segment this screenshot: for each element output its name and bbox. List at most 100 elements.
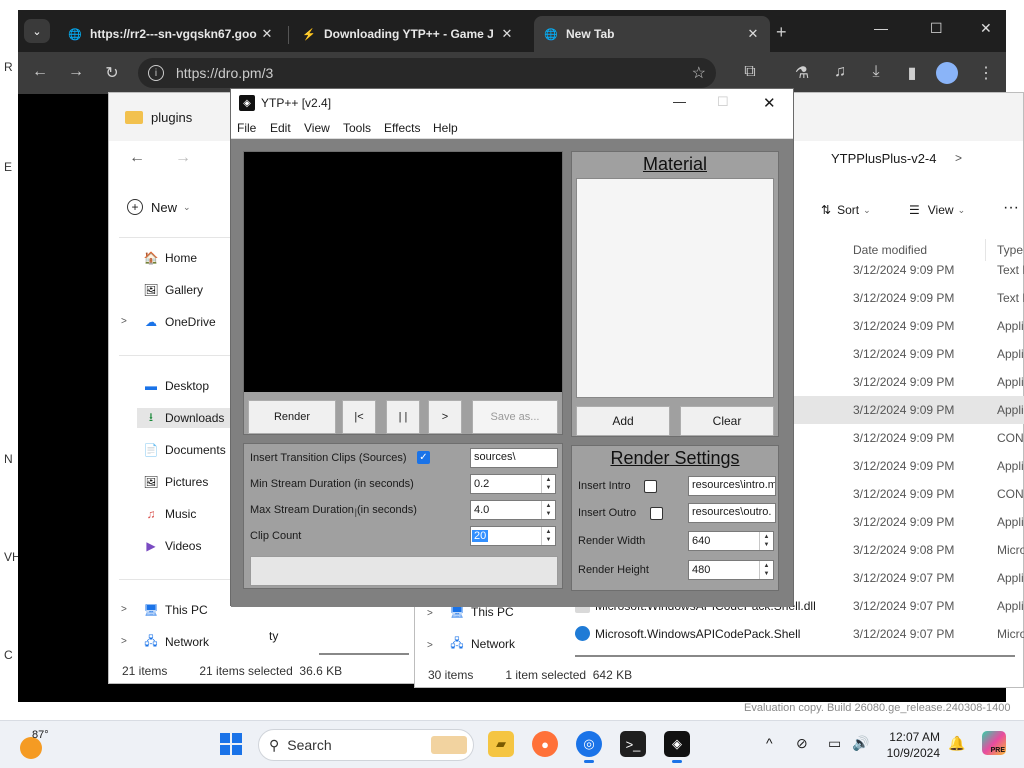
bookmark-star-icon[interactable]: ☆ (692, 63, 706, 83)
close-tab-icon[interactable]: ✕ (500, 26, 514, 42)
sidebar-item-documents[interactable]: 📄 Documents (143, 440, 226, 460)
downloads-icon[interactable]: ⤓ (866, 63, 886, 81)
sidebar-item-desktop[interactable]: ▬ Desktop (143, 376, 209, 396)
spin-arrows-icon[interactable]: ▲ ▼ (541, 475, 555, 493)
close-tab-icon[interactable]: ✕ (746, 26, 760, 42)
copilot-preview-icon[interactable]: PRE (982, 731, 1006, 755)
clear-material-button[interactable]: Clear (680, 406, 774, 436)
breadcrumb[interactable]: YTPPlusPlus-v2-4 (831, 151, 936, 166)
sidebar-item-network[interactable]: 🖧 Network (449, 634, 515, 654)
view-button[interactable]: ☰ View ⌄ (909, 203, 965, 217)
play-button[interactable]: > (428, 400, 462, 434)
min-stream-spinbox[interactable]: 0.2 ▲ ▼ (470, 474, 556, 494)
sidebar-item-videos[interactable]: ▶ Videos (143, 536, 201, 556)
skip-to-start-button[interactable]: |< (342, 400, 376, 434)
add-material-button[interactable]: Add (576, 406, 670, 436)
show-hidden-icons-chevron-icon[interactable]: ^ (766, 735, 773, 751)
spin-arrows-icon[interactable]: ▲ ▼ (759, 532, 773, 550)
menu-edit[interactable]: Edit (270, 121, 291, 135)
notification-bell-icon[interactable]: 🔔 (948, 735, 965, 752)
forward-icon[interactable]: → (175, 149, 191, 167)
media-controls-icon[interactable]: ♫ (830, 63, 850, 81)
menu-help[interactable]: Help (433, 121, 458, 135)
sidebar-item-pictures[interactable]: 🖼 Pictures (143, 472, 208, 492)
taskbar-search[interactable]: ⚲ Search (258, 729, 474, 761)
profile-avatar[interactable] (936, 62, 958, 84)
sidebar-item-music[interactable]: ♫ Music (143, 504, 197, 524)
chevron-right-icon[interactable]: > (427, 640, 433, 651)
new-tab-button[interactable]: + (776, 22, 787, 43)
spin-arrows-icon[interactable]: ▲ ▼ (541, 501, 555, 519)
insert-outro-checkbox[interactable] (650, 507, 663, 520)
tab-new-tab[interactable]: 🌐 New Tab ✕ (534, 16, 770, 52)
material-list[interactable] (576, 178, 774, 398)
extensions-icon[interactable]: ⧉ (740, 63, 760, 81)
tab-search-dropdown[interactable]: ⌄ (24, 19, 50, 43)
firefox-taskbar-icon[interactable]: ● (532, 731, 558, 757)
menu-file[interactable]: File (237, 121, 256, 135)
sidebar-item-network[interactable]: 🖧 Network (143, 632, 209, 652)
menu-view[interactable]: View (304, 121, 330, 135)
more-options-icon[interactable]: ··· (1003, 199, 1019, 217)
network-offline-icon[interactable]: ⊘ (796, 735, 808, 752)
sidebar-item-onedrive[interactable]: ☁ OneDrive (143, 312, 216, 332)
render-width-spinbox[interactable]: 640 ▲ ▼ (688, 531, 774, 551)
spin-arrows-icon[interactable]: ▲ ▼ (541, 527, 555, 545)
column-header-type[interactable]: Type (997, 243, 1023, 257)
sidebar-item-gallery[interactable]: 🖼 Gallery (143, 280, 203, 300)
insert-intro-checkbox[interactable] (644, 480, 657, 493)
menu-kebab-icon[interactable]: ⋮ (976, 63, 996, 83)
volume-icon[interactable]: 🔊 (852, 735, 869, 752)
sidebar-item-home[interactable]: 🏠 Home (143, 248, 198, 268)
clip-count-spinbox[interactable]: 20 ▲ ▼ (470, 526, 556, 546)
render-button[interactable]: Render (248, 400, 336, 434)
close-icon[interactable]: ✕ (980, 20, 992, 37)
ytp-titlebar[interactable]: ◈ YTP++ [v2.4] — ☐ ✕ (231, 89, 793, 117)
close-tab-icon[interactable]: ✕ (260, 26, 274, 42)
sort-button[interactable]: ⇅ Sort ⌄ (821, 203, 871, 217)
table-row[interactable]: Microsoft.WindowsAPICodePack.Shell 3/12/2… (575, 620, 1024, 648)
max-stream-spinbox[interactable]: 4.0 ▲ ▼ (470, 500, 556, 520)
chevron-right-icon[interactable]: > (121, 636, 127, 647)
sources-path-input[interactable]: sources\ (470, 448, 558, 468)
forward-icon[interactable]: → (66, 63, 86, 81)
column-header-date[interactable]: Date modified (853, 243, 927, 257)
new-item-button[interactable]: + New ⌄ (127, 199, 191, 215)
minimize-icon[interactable]: — (874, 20, 888, 36)
menu-tools[interactable]: Tools (343, 121, 371, 135)
outro-path-input[interactable]: resources\outro. (688, 503, 776, 523)
chevron-right-icon[interactable]: > (121, 604, 127, 615)
side-panel-icon[interactable]: ▮ (902, 63, 922, 83)
render-height-spinbox[interactable]: 480 ▲ ▼ (688, 560, 774, 580)
sidebar-item-this-pc[interactable]: 🖥 This PC (143, 600, 207, 620)
terminal-taskbar-icon[interactable]: >_ (620, 731, 646, 757)
display-icon[interactable]: ▭ (828, 735, 841, 752)
ytp-taskbar-icon[interactable]: ◈ (664, 731, 690, 763)
chrome-taskbar-icon[interactable]: ◎ (576, 731, 602, 763)
chevron-right-icon[interactable]: > (121, 316, 127, 327)
back-icon[interactable]: ← (30, 63, 50, 81)
tab-rr2[interactable]: 🌐 https://rr2---sn-vgqskn67.goo ✕ (58, 16, 284, 52)
start-button[interactable] (220, 733, 242, 755)
maximize-icon[interactable]: ☐ (930, 20, 943, 37)
chevron-right-icon[interactable]: > (955, 151, 962, 165)
intro-path-input[interactable]: resources\intro.m (688, 476, 776, 496)
tab-downloading-ytp[interactable]: ⚡ Downloading YTP++ - Game J ✕ (292, 16, 524, 52)
spin-arrows-icon[interactable]: ▲ ▼ (759, 561, 773, 579)
site-info-icon[interactable]: i (148, 65, 164, 81)
reload-icon[interactable]: ↻ (102, 63, 122, 83)
insert-transitions-checkbox[interactable]: ✓ (417, 451, 430, 464)
menu-effects[interactable]: Effects (384, 121, 420, 135)
system-clock[interactable]: 12:07 AM 10/9/2024 (880, 729, 940, 761)
address-bar[interactable]: i https://dro.pm/3 ☆ (138, 58, 716, 88)
pause-button[interactable]: | | (386, 400, 420, 434)
minimize-icon[interactable]: — (673, 94, 686, 109)
chevron-right-icon[interactable]: > (427, 608, 433, 619)
close-icon[interactable]: ✕ (763, 94, 776, 112)
file-explorer-taskbar-icon[interactable]: ▰ (488, 731, 514, 757)
horizontal-scrollbar[interactable] (575, 655, 1015, 657)
labs-icon[interactable]: ⚗ (792, 63, 812, 83)
video-preview[interactable] (244, 152, 562, 392)
back-icon[interactable]: ← (129, 149, 145, 167)
horizontal-scrollbar[interactable] (319, 653, 409, 655)
